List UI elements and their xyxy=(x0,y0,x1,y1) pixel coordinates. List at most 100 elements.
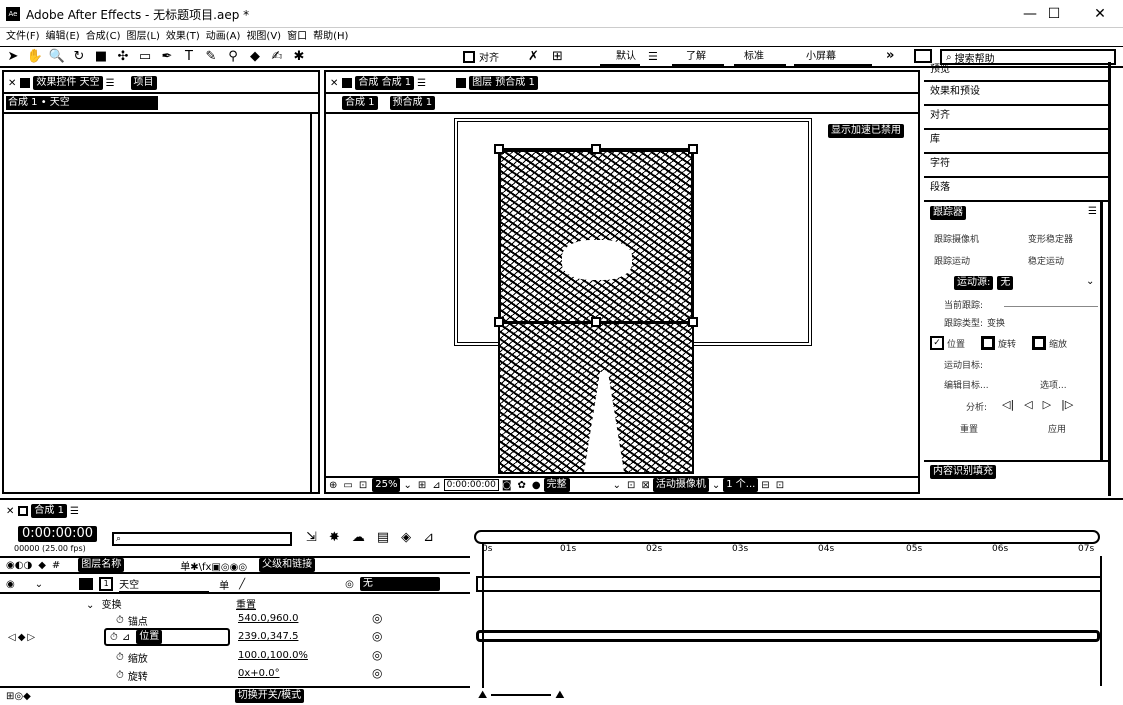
footer-icons[interactable]: ⊞◎◆ xyxy=(6,691,31,702)
panel-effects-presets[interactable]: 效果和预设 xyxy=(924,82,1108,106)
type-tool-icon[interactable]: T xyxy=(180,48,198,66)
motion-blur-icon[interactable]: ◈ xyxy=(401,530,411,545)
current-timecode[interactable]: 0:00:00:00 xyxy=(18,526,98,542)
anchor-value[interactable]: 540.0,960.0 xyxy=(238,613,298,624)
transform-handle[interactable] xyxy=(591,144,601,154)
reset-button[interactable]: 重置 xyxy=(960,422,978,435)
track-camera-button[interactable]: 跟踪摄像机 xyxy=(934,232,979,245)
expand-icon[interactable]: ⊡ xyxy=(776,480,784,491)
prop-position-row[interactable]: ⏱ ⊿ 位置 xyxy=(104,628,230,646)
stopwatch-icon[interactable]: ⏱ xyxy=(116,670,124,681)
brush-tool-icon[interactable]: ✎ xyxy=(202,48,220,66)
label-color-icon[interactable] xyxy=(79,578,94,590)
expand-transform-icon[interactable]: ⌄ xyxy=(86,600,94,611)
draft-3d-icon[interactable]: ✸ xyxy=(329,530,340,545)
panel-character[interactable]: 字符 xyxy=(924,154,1108,178)
analyze-forward-frame-icon[interactable]: ▷ xyxy=(1043,398,1051,411)
expression-spiral-icon[interactable]: ◎ xyxy=(372,629,382,643)
close-tab-icon[interactable]: ✕ xyxy=(8,78,16,89)
graph-icon[interactable]: ⊿ xyxy=(122,632,130,643)
show-snapshot-icon[interactable]: ✿ xyxy=(518,480,526,491)
position-value[interactable]: 239.0,347.5 xyxy=(238,631,298,642)
zoom-slider[interactable]: ⛰ ⛰ xyxy=(478,688,565,702)
switch-shy-icon[interactable]: 单 xyxy=(219,577,229,592)
tab-menu-icon[interactable]: ☰ xyxy=(106,78,115,89)
close-tab-icon[interactable]: ✕ xyxy=(6,506,14,517)
resolution-dropdown[interactable]: 完整 xyxy=(543,478,570,492)
hide-shy-icon[interactable]: ☁ xyxy=(352,530,365,545)
checkbox-position[interactable]: ✓ xyxy=(930,336,944,350)
collapse-icon[interactable]: ⌄ xyxy=(35,579,43,590)
menu-window[interactable]: 窗口 xyxy=(287,28,307,46)
timeline-scrollbar[interactable] xyxy=(1100,556,1110,686)
clone-stamp-tool-icon[interactable]: ⚲ xyxy=(224,48,242,66)
snapshot-icon[interactable]: ◙ xyxy=(502,480,512,491)
timeline-tab[interactable]: 合成 1 xyxy=(31,504,67,518)
panel-library[interactable]: 库 xyxy=(924,130,1108,154)
layer-search-input[interactable]: ⌕ xyxy=(112,532,292,546)
prev-keyframe-icon[interactable]: ◁ xyxy=(8,632,16,643)
stabilize-motion-button[interactable]: 稳定运动 xyxy=(1028,254,1064,267)
hand-tool-icon[interactable]: ✋ xyxy=(26,48,44,66)
analyze-back-icon[interactable]: ◁| xyxy=(1002,398,1014,411)
selection-tool-icon[interactable]: ➤ xyxy=(4,48,22,66)
transform-reset-link[interactable]: 重置 xyxy=(236,596,256,611)
prop-scale-row[interactable]: ⏱ 缩放 xyxy=(116,650,148,665)
prop-rotation-row[interactable]: ⏱ 旋转 xyxy=(116,668,148,683)
analyze-forward-icon[interactable]: |▷ xyxy=(1061,398,1073,411)
roto-brush-tool-icon[interactable]: ✍ xyxy=(268,48,286,66)
analyze-back-frame-icon[interactable]: ◁ xyxy=(1024,398,1032,411)
frame-blending-icon[interactable]: ▤ xyxy=(377,530,389,545)
parent-pickwhip-icon[interactable]: ◎ xyxy=(345,579,354,590)
panel-paragraph[interactable]: 段落 xyxy=(924,178,1108,202)
panel-align[interactable]: 对齐 xyxy=(924,106,1108,130)
work-area-bar[interactable] xyxy=(474,530,1100,544)
graph-editor-icon[interactable]: ⊿ xyxy=(423,530,434,545)
transform-handle[interactable] xyxy=(494,317,504,327)
reset-exposure-icon[interactable]: ⊟ xyxy=(761,480,769,491)
viewer-timecode[interactable]: 0:00:00:00 xyxy=(443,479,499,491)
tab-layer[interactable]: 图层 预合成 1 xyxy=(469,76,538,90)
workspace-menu-icon[interactable]: ☰ xyxy=(648,50,658,63)
zoom-in-icon[interactable]: ⛰ xyxy=(555,688,564,702)
checkbox-scale[interactable] xyxy=(1032,336,1047,350)
lock-icon[interactable] xyxy=(456,78,467,88)
workspace-small-screen[interactable]: 小屏幕 xyxy=(802,49,840,65)
camera-tool-icon[interactable]: ■ xyxy=(92,48,110,66)
region-icon[interactable]: ⊿ xyxy=(432,480,440,491)
col-layer-name[interactable]: 图层名称 xyxy=(78,558,125,572)
zoom-tool-icon[interactable]: 🔍 xyxy=(48,48,66,66)
current-track-field[interactable] xyxy=(1004,306,1098,307)
menu-file[interactable]: 文件(F) xyxy=(6,28,40,46)
fit-icon[interactable]: ⊞ xyxy=(418,480,426,491)
expression-spiral-icon[interactable]: ◎ xyxy=(372,648,382,662)
menu-composition[interactable]: 合成(C) xyxy=(86,28,121,46)
menu-layer[interactable]: 图层(L) xyxy=(126,28,159,46)
comp-subtab-2[interactable]: 预合成 1 xyxy=(389,96,436,110)
panel-preview[interactable]: 预览 xyxy=(924,62,1108,82)
zoom-level-dropdown[interactable]: 25% xyxy=(372,478,401,492)
snap-options-icon[interactable]: ⊞ xyxy=(552,49,563,64)
visibility-icon[interactable]: ◉ xyxy=(6,579,15,590)
camera-dropdown[interactable]: 活动摄像机 xyxy=(652,478,709,492)
chevron-down-icon[interactable]: ⌄ xyxy=(1086,276,1094,287)
layer-bounding-box[interactable] xyxy=(498,148,694,324)
stopwatch-icon[interactable]: ⏱ xyxy=(116,615,124,626)
menu-help[interactable]: 帮助(H) xyxy=(313,28,348,46)
panel-icon[interactable] xyxy=(914,49,932,63)
checkbox-rotation[interactable] xyxy=(981,336,996,350)
zoom-slider-track[interactable] xyxy=(491,694,552,696)
close-tab-icon[interactable]: ✕ xyxy=(330,78,338,89)
snap-icon[interactable]: ✗ xyxy=(528,49,539,64)
track-type-dropdown[interactable]: 变换 xyxy=(987,316,1005,329)
mask-icon[interactable]: ⊡ xyxy=(359,480,367,491)
panel-content-aware-fill[interactable]: 内容识别填充 xyxy=(924,462,1108,484)
expression-spiral-icon[interactable]: ◎ xyxy=(372,666,382,680)
expression-spiral-icon[interactable]: ◎ xyxy=(372,611,382,625)
parent-dropdown[interactable]: 无 xyxy=(359,577,440,591)
menu-animation[interactable]: 动画(A) xyxy=(206,28,241,46)
col-parent-link[interactable]: 父级和链接 xyxy=(259,558,316,572)
rotation-value[interactable]: 0x+0.0° xyxy=(238,668,280,679)
rectangle-tool-icon[interactable]: ▭ xyxy=(136,48,154,66)
position-keyframe-track[interactable] xyxy=(476,630,1100,642)
